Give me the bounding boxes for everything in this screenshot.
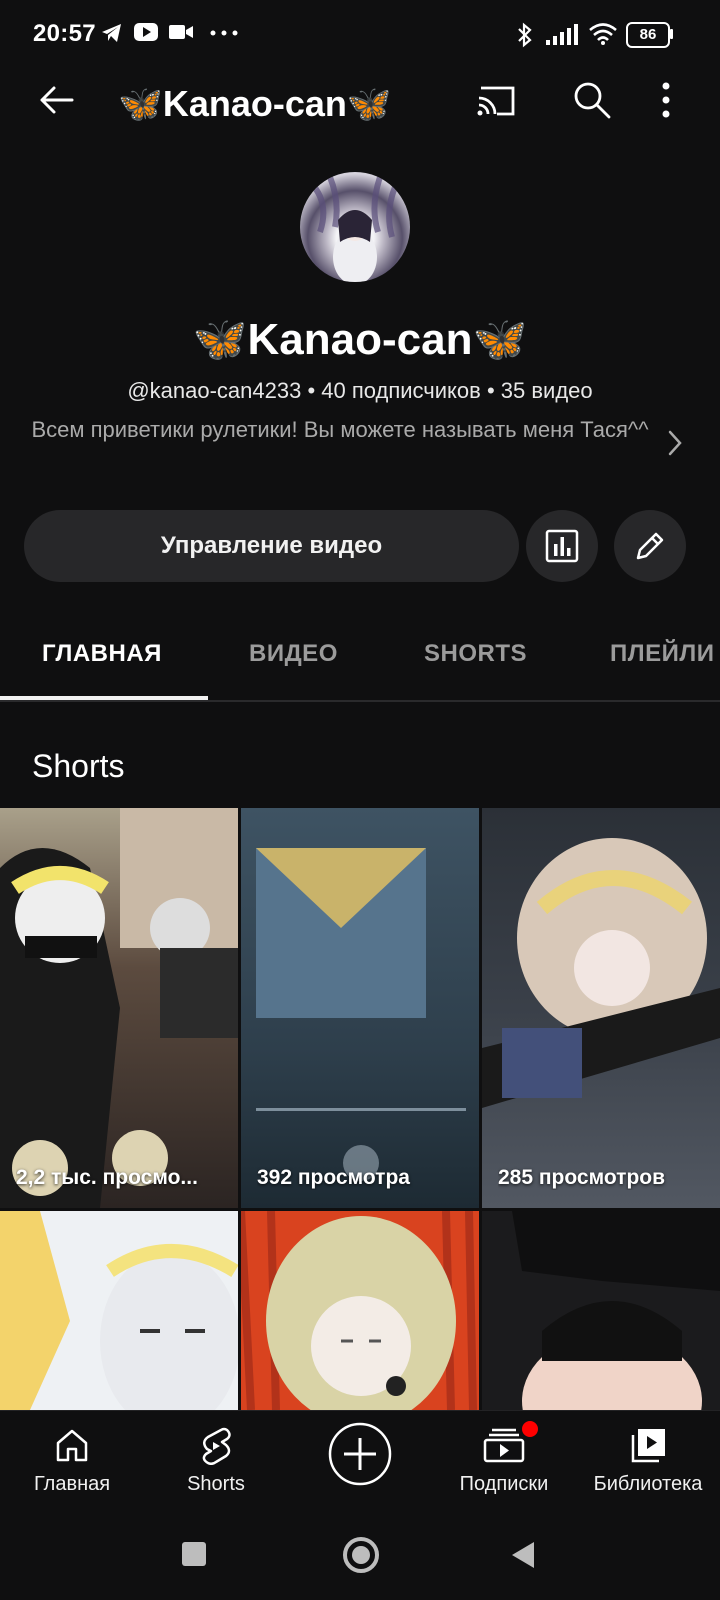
chevron-right-icon[interactable] bbox=[665, 428, 685, 458]
channel-tabs: ГЛАВНАЯ ВИДЕО SHORTS ПЛЕЙЛИ bbox=[0, 600, 720, 702]
home-circle-icon[interactable] bbox=[343, 1537, 379, 1573]
edit-pencil-icon bbox=[636, 532, 664, 560]
recents-square-icon[interactable] bbox=[182, 1542, 206, 1566]
more-dots-icon bbox=[210, 30, 238, 36]
wifi-icon bbox=[589, 23, 617, 45]
search-button[interactable] bbox=[562, 70, 622, 130]
analytics-button[interactable] bbox=[526, 510, 598, 582]
manage-videos-button[interactable]: Управление видео bbox=[24, 510, 519, 582]
nav-library[interactable]: Библиотека bbox=[578, 1411, 718, 1511]
search-icon bbox=[574, 82, 611, 119]
short-thumbnail-image bbox=[512, 1211, 720, 1410]
library-icon bbox=[631, 1429, 665, 1463]
shorts-section-heading: Shorts bbox=[32, 748, 125, 784]
bluetooth-icon bbox=[518, 22, 532, 48]
manage-videos-label: Управление видео bbox=[160, 532, 383, 559]
status-bar: 20:57 86 bbox=[0, 0, 720, 70]
system-navigation-bar bbox=[0, 1520, 720, 1600]
battery-icon: 86 bbox=[626, 22, 670, 48]
avatar-image bbox=[307, 175, 398, 282]
bottom-navigation: Главная Shorts Подписки Библиотека bbox=[0, 1410, 720, 1521]
signal-icon bbox=[546, 24, 578, 45]
back-arrow-icon bbox=[40, 86, 74, 114]
more-options-button[interactable] bbox=[646, 70, 686, 130]
tab-main[interactable]: ГЛАВНАЯ bbox=[42, 640, 162, 668]
short-views: 2,2 тыс. просмо... bbox=[16, 1166, 198, 1189]
more-vertical-icon bbox=[662, 82, 670, 118]
telegram-icon bbox=[102, 24, 121, 42]
back-button[interactable] bbox=[26, 70, 86, 130]
create-plus-icon bbox=[328, 1422, 392, 1486]
back-triangle-icon[interactable] bbox=[510, 1540, 536, 1570]
notification-dot bbox=[520, 1419, 540, 1439]
short-thumbnail-image bbox=[256, 848, 466, 1181]
header-title: 🦋Kanao-can🦋 bbox=[118, 83, 392, 124]
nav-home[interactable]: Главная bbox=[2, 1411, 142, 1511]
video-call-icon bbox=[169, 25, 193, 39]
nav-library-label: Библиотека bbox=[593, 1473, 703, 1495]
subscriptions-icon bbox=[483, 1428, 525, 1463]
tab-shorts[interactable]: SHORTS bbox=[424, 640, 527, 668]
nav-subscriptions-label: Подписки bbox=[459, 1473, 549, 1495]
short-thumbnail[interactable] bbox=[241, 1211, 479, 1410]
short-thumbnail-image bbox=[241, 1211, 477, 1410]
short-views: 392 просмотра bbox=[257, 1166, 410, 1189]
short-thumbnail[interactable] bbox=[0, 1211, 238, 1410]
youtube-icon bbox=[134, 23, 158, 41]
cast-icon bbox=[477, 86, 515, 116]
nav-subscriptions[interactable]: Подписки bbox=[434, 1411, 574, 1511]
short-thumbnail[interactable]: 2,2 тыс. просмо... bbox=[0, 808, 238, 1208]
short-thumbnail-image bbox=[482, 838, 720, 1108]
status-time: 20:57 bbox=[33, 20, 96, 47]
channel-meta: @kanao-can4233 • 40 подписчиков • 35 вид… bbox=[127, 378, 593, 403]
short-thumbnail-image bbox=[0, 808, 238, 1208]
tab-playlists[interactable]: ПЛЕЙЛИ bbox=[610, 640, 714, 668]
short-thumbnail[interactable]: 285 просмотров bbox=[482, 808, 720, 1208]
battery-tip bbox=[670, 29, 673, 39]
nav-home-label: Главная bbox=[33, 1473, 111, 1495]
active-tab-indicator bbox=[0, 696, 208, 700]
channel-description[interactable]: Всем приветики рулетики! Вы можете назыв… bbox=[30, 412, 650, 448]
home-icon bbox=[56, 1429, 88, 1462]
short-thumbnail-image bbox=[0, 1211, 238, 1410]
shorts-icon bbox=[202, 1427, 231, 1465]
nav-shorts-label: Shorts bbox=[187, 1473, 245, 1495]
cast-button[interactable] bbox=[466, 70, 526, 130]
short-views: 285 просмотров bbox=[498, 1166, 666, 1189]
nav-create[interactable] bbox=[290, 1411, 430, 1511]
nav-shorts[interactable]: Shorts bbox=[146, 1411, 286, 1511]
edit-channel-button[interactable] bbox=[614, 510, 686, 582]
battery-level: 86 bbox=[639, 26, 657, 43]
short-thumbnail[interactable] bbox=[482, 1211, 720, 1410]
channel-avatar[interactable] bbox=[300, 172, 410, 282]
tab-videos[interactable]: ВИДЕО bbox=[249, 640, 338, 668]
analytics-icon bbox=[545, 529, 579, 563]
short-thumbnail[interactable]: 392 просмотра bbox=[241, 808, 479, 1208]
channel-name: 🦋Kanao-can🦋 bbox=[192, 315, 528, 364]
